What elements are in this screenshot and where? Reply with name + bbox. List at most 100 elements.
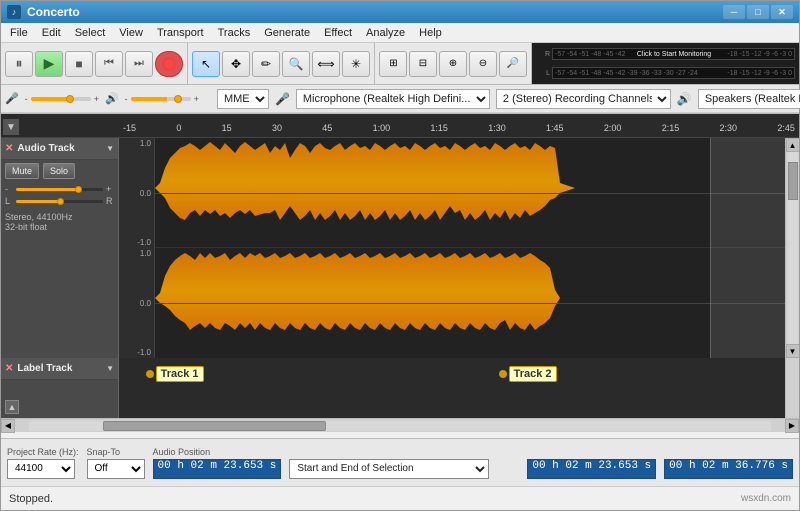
waveform-area[interactable]: 1.0 0.0 -1.0 1.0 0.0 -1.0 bbox=[119, 138, 785, 358]
label-track2[interactable]: Track 2 bbox=[499, 366, 557, 382]
title-bar: ♪ Concerto ─ □ ✕ bbox=[1, 1, 799, 23]
sel-end-field[interactable]: 00 h 02 m 36.776 s bbox=[664, 459, 793, 479]
minimize-button[interactable]: ─ bbox=[723, 5, 745, 19]
monitor-btn[interactable]: Click to Start Monitoring bbox=[637, 51, 711, 58]
output-volume-slider[interactable]: - + bbox=[125, 94, 199, 104]
status-bar: Stopped. wsxdn.com bbox=[1, 486, 799, 510]
timeline-arrow[interactable]: ▼ bbox=[3, 119, 19, 135]
menu-help[interactable]: Help bbox=[412, 25, 449, 41]
ruler-mark: 1:30 bbox=[488, 123, 506, 133]
vscroll-track[interactable] bbox=[788, 152, 798, 344]
ruler-mark: 1:15 bbox=[430, 123, 448, 133]
hscroll-left[interactable]: ◀ bbox=[1, 419, 15, 433]
window-title: Concerto bbox=[27, 5, 723, 19]
menu-file[interactable]: File bbox=[3, 25, 35, 41]
mute-solo-area: Mute Solo bbox=[1, 160, 118, 182]
volume-slider[interactable] bbox=[16, 188, 103, 191]
pan-slider[interactable] bbox=[16, 200, 103, 203]
api-select[interactable]: MME bbox=[217, 89, 269, 109]
speaker-icon: 🔊 bbox=[105, 92, 119, 105]
pause-button[interactable]: ⏸ bbox=[5, 51, 33, 77]
zoom-sel-button[interactable]: ⊕ bbox=[439, 51, 467, 77]
audio-track-controls: ✕ Audio Track ▼ Mute Solo - bbox=[1, 138, 119, 358]
mixer-row: 🎤 - + 🔊 - + MME 🎤 Microphone (Realtek Hi… bbox=[1, 85, 799, 113]
menu-select[interactable]: Select bbox=[68, 25, 113, 41]
label-track-menu[interactable]: ▼ bbox=[106, 364, 114, 373]
label-content[interactable]: Track 1 Track 2 bbox=[119, 358, 785, 418]
pan-left: L bbox=[5, 196, 13, 206]
audio-track-area: ✕ Audio Track ▼ Mute Solo - bbox=[1, 138, 799, 358]
ruler-mark: -15 bbox=[123, 123, 136, 133]
audio-track-name: Audio Track bbox=[17, 143, 102, 154]
vscroll-down[interactable]: ▼ bbox=[786, 344, 800, 358]
label-track-close[interactable]: ✕ bbox=[5, 363, 13, 374]
selection-mode-label bbox=[289, 447, 519, 457]
vscroll-thumb[interactable] bbox=[788, 162, 798, 200]
fit-project-button[interactable]: ⊞ bbox=[379, 51, 407, 77]
label-box-track1[interactable]: Track 1 bbox=[156, 366, 204, 382]
scale-bot: -1.0 bbox=[122, 238, 151, 247]
mic-icon: 🎤 bbox=[5, 92, 19, 105]
skip-forward-button[interactable]: ⏭ bbox=[125, 51, 153, 77]
fit-track-button[interactable]: ⊟ bbox=[409, 51, 437, 77]
menu-view[interactable]: View bbox=[112, 25, 150, 41]
hscroll-track[interactable] bbox=[29, 421, 771, 431]
menu-edit[interactable]: Edit bbox=[35, 25, 68, 41]
envelope-tool-button[interactable]: ✥ bbox=[222, 51, 250, 77]
zoom-out-button[interactable]: ⊖ bbox=[469, 51, 497, 77]
input-volume-slider[interactable]: - + bbox=[25, 94, 99, 104]
menu-transport[interactable]: Transport bbox=[150, 25, 211, 41]
channels-select[interactable]: 2 (Stereo) Recording Channels bbox=[496, 89, 671, 109]
draw-tool-button[interactable]: ✏ bbox=[252, 51, 280, 77]
vol-plus: + bbox=[106, 184, 114, 194]
label-expand-button[interactable]: ▲ bbox=[5, 400, 19, 414]
status-text: Stopped. bbox=[9, 493, 731, 505]
snap-to-select[interactable]: Off bbox=[87, 459, 145, 479]
label-vscroll bbox=[785, 358, 799, 418]
play-button[interactable]: ▶ bbox=[35, 51, 63, 77]
audio-track-menu[interactable]: ▼ bbox=[106, 144, 114, 153]
output-device-select[interactable]: Speakers (Realtek High Definiti... bbox=[698, 89, 800, 109]
bottom-controls: Project Rate (Hz): 44100 Snap-To Off Aud… bbox=[1, 438, 799, 486]
menu-analyze[interactable]: Analyze bbox=[359, 25, 412, 41]
sel-start-field[interactable]: 00 h 02 m 23.653 s bbox=[527, 459, 656, 479]
time-shift-button[interactable]: ⟺ bbox=[312, 51, 340, 77]
stop-button[interactable]: ■ bbox=[65, 51, 93, 77]
hscroll-thumb[interactable] bbox=[103, 421, 326, 431]
zoom-in-button[interactable]: 🔎 bbox=[499, 51, 527, 77]
vscroll-up[interactable]: ▲ bbox=[786, 138, 800, 152]
label-track-header: ✕ Label Track ▼ bbox=[1, 358, 118, 380]
maximize-button[interactable]: □ bbox=[747, 5, 769, 19]
volume-pan-area: - + L bbox=[1, 182, 118, 208]
input-device-select[interactable]: Microphone (Realtek High Defini... bbox=[296, 89, 490, 109]
snap-to-label: Snap-To bbox=[87, 447, 145, 457]
menu-tracks[interactable]: Tracks bbox=[211, 25, 258, 41]
select-tool-button[interactable]: ↖ bbox=[192, 51, 220, 77]
label-track-controls: ✕ Label Track ▼ ▲ bbox=[1, 358, 119, 418]
tracks-container: ▼ -15 0 15 30 45 1:00 1:15 1:30 1:45 2:0… bbox=[1, 114, 799, 438]
selection-mode-select[interactable]: Start and End of Selection bbox=[289, 459, 489, 479]
sel-end-label bbox=[664, 447, 793, 457]
skip-back-button[interactable]: ⏮ bbox=[95, 51, 123, 77]
label-box-track2[interactable]: Track 2 bbox=[509, 366, 557, 382]
solo-button[interactable]: Solo bbox=[43, 163, 75, 179]
label-track-area: ✕ Label Track ▼ ▲ Track 1 bbox=[1, 358, 799, 418]
selection-overlay bbox=[710, 138, 785, 358]
ruler-mark: 2:00 bbox=[604, 123, 622, 133]
audio-position-field[interactable]: 00 h 02 m 23.653 s bbox=[153, 459, 282, 479]
track-vscrollbar[interactable]: ▲ ▼ bbox=[785, 138, 799, 358]
record-button[interactable] bbox=[155, 51, 183, 77]
project-rate-select[interactable]: 44100 bbox=[7, 459, 75, 479]
audio-track-close[interactable]: ✕ bbox=[5, 143, 13, 154]
menu-generate[interactable]: Generate bbox=[257, 25, 317, 41]
app-icon: ♪ bbox=[7, 5, 21, 19]
close-button[interactable]: ✕ bbox=[771, 5, 793, 19]
zoom-tool-button[interactable]: 🔍 bbox=[282, 51, 310, 77]
mute-button[interactable]: Mute bbox=[5, 163, 39, 179]
menu-effect[interactable]: Effect bbox=[317, 25, 359, 41]
multi-tool-button[interactable]: ✳ bbox=[342, 51, 370, 77]
sel-start-group: 00 h 02 m 23.653 s bbox=[527, 447, 656, 479]
hscroll-right[interactable]: ▶ bbox=[785, 419, 799, 433]
label-track1[interactable]: Track 1 bbox=[146, 366, 204, 382]
hscrollbar[interactable]: ◀ ▶ bbox=[1, 418, 799, 432]
